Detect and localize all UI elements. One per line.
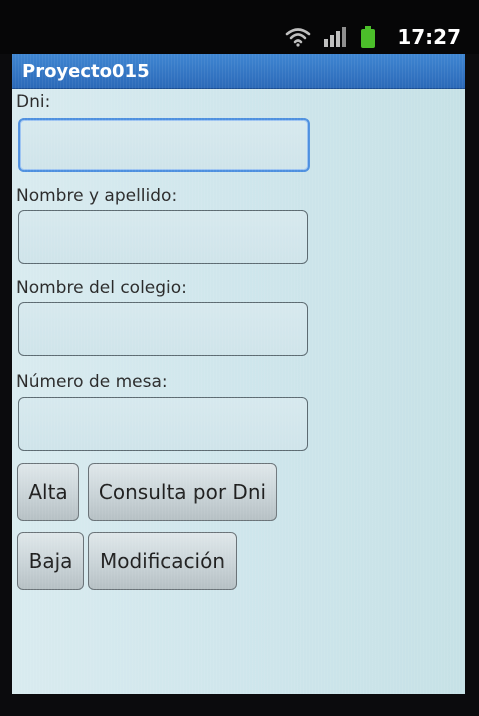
- nombre-label: Nombre y apellido:: [16, 186, 178, 206]
- nombre-input[interactable]: [18, 210, 308, 264]
- consulta-por-dni-button[interactable]: Consulta por Dni: [88, 463, 277, 521]
- app-title: Proyecto015: [22, 61, 150, 82]
- dni-input[interactable]: [18, 118, 310, 172]
- app-screen: Proyecto015 Dni: Nombre y apellido: Nomb…: [12, 54, 465, 694]
- status-bar: 17:27: [0, 0, 479, 54]
- battery-icon: [361, 26, 376, 48]
- clock: 17:27: [397, 25, 461, 49]
- modificacion-button[interactable]: Modificación: [88, 532, 237, 590]
- mesa-label: Número de mesa:: [16, 372, 168, 392]
- bottom-bezel: [0, 694, 479, 716]
- mesa-input[interactable]: [18, 397, 308, 451]
- baja-button[interactable]: Baja: [17, 532, 84, 590]
- colegio-input[interactable]: [18, 302, 308, 356]
- title-bar: Proyecto015: [12, 54, 465, 89]
- status-icons: 17:27: [285, 24, 461, 50]
- alta-button[interactable]: Alta: [17, 463, 79, 521]
- dni-label: Dni:: [16, 92, 51, 112]
- colegio-label: Nombre del colegio:: [16, 278, 187, 298]
- wifi-icon: [286, 28, 311, 47]
- signal-icon: [324, 27, 347, 47]
